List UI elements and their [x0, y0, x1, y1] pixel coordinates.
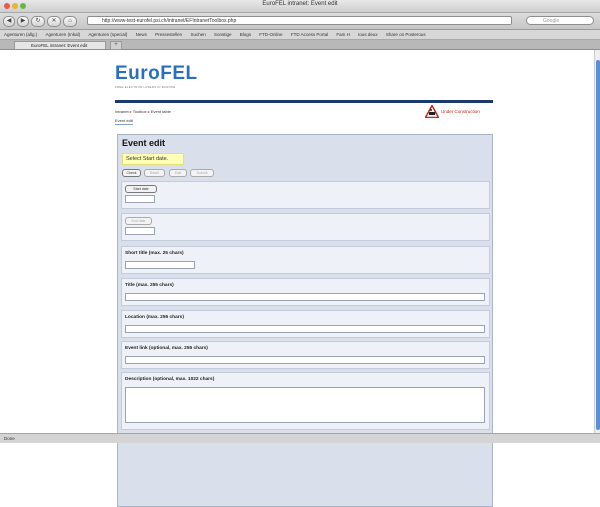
breadcrumb-separator-icon: ▸ — [129, 109, 132, 114]
title-label: Title (max. 255 chars) — [125, 283, 174, 288]
short-title-section: Short title (max. 25 chars) — [121, 246, 490, 274]
end-date-section: End date — [121, 213, 490, 241]
home-button[interactable]: ⌂ — [63, 16, 77, 27]
reset-button[interactable]: Reset — [144, 169, 165, 177]
location-section: Location (max. 255 chars) — [121, 310, 490, 338]
bookmark-item[interactable]: Share on Posterous — [386, 32, 426, 37]
tab-title: EuroFEL intranet: Event edit — [31, 43, 88, 48]
short-title-label: Short title (max. 25 chars) — [125, 251, 184, 256]
bookmarks-bar: Agenturen (allg.) Agenturen (Inkal) Agen… — [0, 30, 600, 40]
subnav-event-edit[interactable]: Event edit — [115, 118, 133, 125]
start-date-button[interactable]: Start date — [125, 185, 157, 193]
logo-subtitle: FREE ELECTRON LASERS IN EUROPE — [115, 85, 176, 89]
window-title: EuroFEL intranet: Event edit — [262, 1, 338, 7]
status-text: Done — [4, 436, 15, 441]
reload-button[interactable]: ↻ — [31, 16, 45, 27]
short-title-field[interactable] — [125, 261, 195, 269]
title-field[interactable] — [125, 293, 485, 301]
breadcrumb-toolbox[interactable]: Toolbox — [133, 109, 147, 114]
status-notice: Select Start date. — [122, 153, 184, 165]
bookmark-item[interactable]: Agenturen (allg.) — [4, 32, 37, 37]
under-construction-badge: Under Construction — [424, 103, 480, 119]
eurofel-logo[interactable]: EuroFEL — [115, 63, 198, 85]
under-construction-label: Under Construction — [441, 109, 480, 114]
description-section: Description (optional, max. 1022 chars) — [121, 372, 490, 430]
bookmark-item[interactable]: FTD Access Portal — [291, 32, 328, 37]
description-textarea[interactable] — [125, 387, 485, 423]
construction-warning-icon — [424, 103, 440, 119]
breadcrumb-event-table[interactable]: Event table — [151, 109, 171, 114]
bookmark-item[interactable]: Fam H — [336, 32, 350, 37]
event-link-section: Event link (optional, max. 255 chars) — [121, 341, 490, 369]
breadcrumb-separator-icon: ▸ — [147, 109, 150, 114]
event-edit-form: Event edit Select Start date. Check Rese… — [117, 134, 493, 507]
bookmark-item[interactable]: tous deux — [358, 32, 378, 37]
search-placeholder: Google — [543, 18, 560, 24]
description-label: Description (optional, max. 1022 chars) — [125, 377, 215, 382]
address-url: http://www-test-eurofel.psi.ch/intranet/… — [102, 18, 237, 24]
bookmark-item[interactable]: Sonstige — [214, 32, 232, 37]
event-link-field[interactable] — [125, 356, 485, 364]
tab-event-edit[interactable]: EuroFEL intranet: Event edit — [14, 41, 106, 49]
window-titlebar: EuroFEL intranet: Event edit — [0, 0, 600, 13]
bookmark-item[interactable]: FTD-Online — [259, 32, 282, 37]
edit-button[interactable]: Edit — [169, 169, 187, 177]
bookmark-item[interactable]: Suchen — [190, 32, 205, 37]
bookmark-item[interactable]: Agenturen (Inkal) — [46, 32, 81, 37]
end-date-field[interactable] — [125, 227, 155, 235]
title-section: Title (max. 255 chars) — [121, 278, 490, 306]
breadcrumb: Intranet ▸ Toolbox ▸ Event table — [115, 109, 171, 114]
bookmark-item[interactable]: Agenturen (special) — [88, 32, 127, 37]
header-rule — [115, 100, 493, 103]
page-title: Event edit — [122, 138, 166, 148]
check-button[interactable]: Check — [122, 169, 141, 177]
scrollbar-thumb[interactable] — [596, 60, 600, 430]
address-bar[interactable]: http://www-test-eurofel.psi.ch/intranet/… — [87, 16, 512, 25]
end-date-button[interactable]: End date — [125, 217, 152, 225]
breadcrumb-home[interactable]: Intranet — [115, 109, 129, 114]
bookmark-item[interactable]: Pressestellen — [155, 32, 182, 37]
start-date-section: Start date — [121, 181, 490, 209]
new-tab-button[interactable]: + — [110, 41, 122, 50]
location-field[interactable] — [125, 325, 485, 333]
bookmark-item[interactable]: News — [136, 32, 147, 37]
bookmark-item[interactable]: Blogs — [240, 32, 251, 37]
search-input[interactable]: Google — [526, 16, 594, 25]
forward-button[interactable]: ▶ — [17, 16, 29, 27]
stop-button[interactable]: ✕ — [47, 16, 61, 27]
tab-bar: EuroFEL intranet: Event edit + — [0, 40, 600, 50]
location-label: Location (max. 255 chars) — [125, 315, 184, 320]
back-button[interactable]: ◀ — [3, 16, 15, 27]
submit-button[interactable]: Submit — [190, 169, 214, 177]
vertical-scrollbar[interactable] — [594, 50, 600, 433]
event-link-label: Event link (optional, max. 255 chars) — [125, 346, 208, 351]
start-date-field[interactable] — [125, 195, 155, 203]
browser-toolbar: ◀ ▶ ↻ ✕ ⌂ http://www-test-eurofel.psi.ch… — [0, 13, 600, 30]
